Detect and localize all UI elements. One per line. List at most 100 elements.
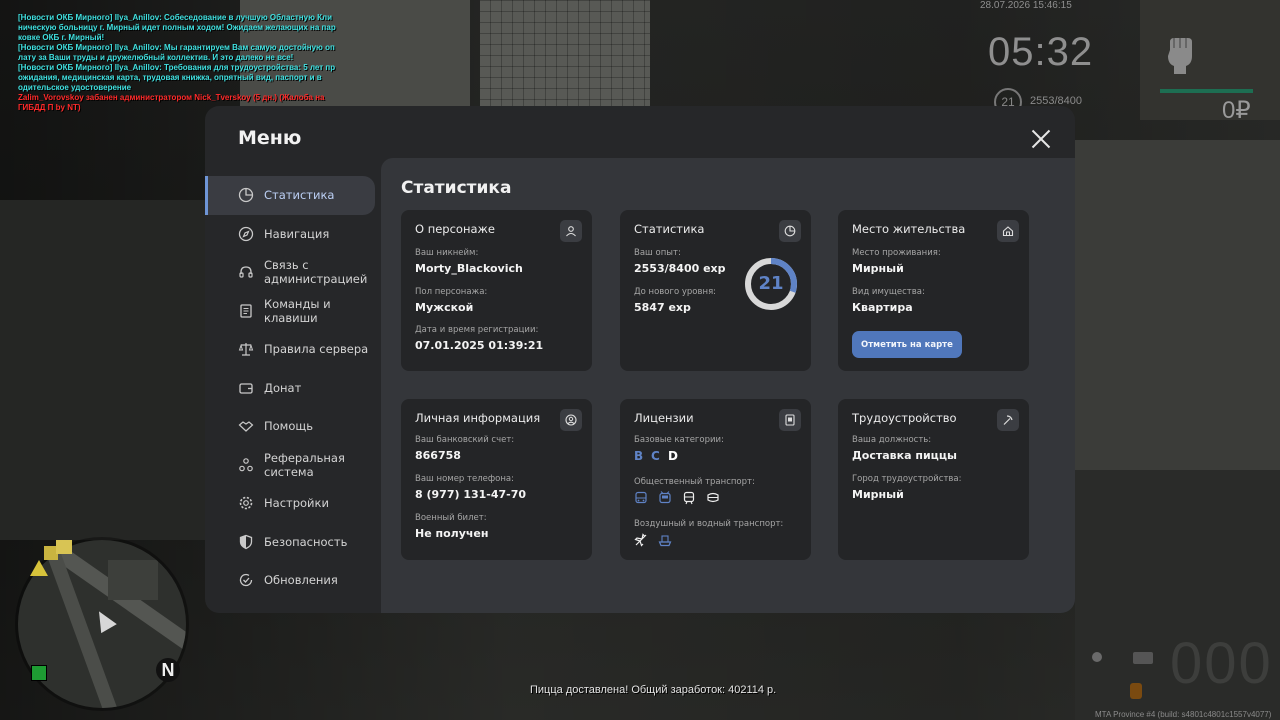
card-statistics: Статистика Ваш опыт: 2553/8400 exp До но…: [620, 210, 811, 371]
phone-value: 8 (977) 131-47-70: [415, 488, 527, 501]
nickname-value: Morty_Blackovich: [415, 262, 523, 275]
next-level-label: До нового уровня:: [634, 287, 717, 297]
level-value: 21: [758, 273, 784, 294]
chat-line: ковке ОКБ г. Мирный!: [18, 33, 105, 42]
airplane-icon: [634, 533, 647, 547]
referral-icon: [239, 457, 253, 472]
sidebar-item-donate[interactable]: Донат: [205, 369, 381, 408]
exp-value: 2553/8400 exp: [634, 262, 726, 275]
shield-icon: [239, 534, 253, 549]
pie-chart-icon: [238, 188, 254, 203]
chat-log: [Новости ОКБ Мирного] Ilya_Anillov: Собе…: [18, 13, 338, 113]
pickaxe-icon: [997, 409, 1019, 431]
chat-line: лату за Ваши труды и дружелюбный коллект…: [18, 53, 294, 62]
sidebar-item-referral[interactable]: Реферальная система: [205, 446, 381, 485]
boat-icon: [658, 535, 672, 547]
chat-line: ожидания, медицинская карта, трудовая кн…: [18, 73, 322, 82]
map-marker-icon: [31, 665, 47, 681]
chat-line: ническую больницу г. Мирный идет полным …: [18, 23, 336, 32]
gender-value: Мужской: [415, 301, 474, 314]
registration-value: 07.01.2025 01:39:21: [415, 339, 544, 352]
home-icon: [997, 220, 1019, 242]
map-block: [108, 560, 158, 600]
sidebar-item-label: Команды и клавиши: [264, 296, 331, 325]
exp-label: Ваш опыт:: [634, 248, 681, 258]
wallet-icon: [239, 383, 253, 394]
sidebar-item-label: Безопасность: [264, 534, 348, 549]
hud-clock: 05:32: [988, 30, 1094, 74]
update-icon: [239, 574, 253, 587]
document-icon: [240, 304, 252, 318]
compass-icon: [238, 226, 254, 241]
pie-chart-icon: [779, 220, 801, 242]
sidebar-item-contact-admin[interactable]: Связь с администрацией: [205, 253, 381, 292]
license-icon: [779, 409, 801, 431]
sidebar-item-commands[interactable]: Команды и клавиши: [205, 292, 381, 331]
gender-label: Пол персонажа:: [415, 287, 488, 297]
hud-date: 28.07.2026 15:46:15: [980, 0, 1072, 11]
card-title: Личная информация: [415, 411, 541, 425]
user-circle-icon: [560, 409, 582, 431]
card-employment: Трудоустройство Ваша должность: Доставка…: [838, 399, 1029, 560]
card-title: Статистика: [634, 222, 705, 236]
sidebar-item-statistics[interactable]: Статистика: [205, 176, 375, 215]
public-transport-label: Общественный транспорт:: [634, 477, 755, 487]
sidebar-item-rules[interactable]: Правила сервера: [205, 330, 381, 369]
map-marker-icon: [30, 560, 48, 576]
speedometer: 000: [1170, 631, 1273, 696]
card-title: О персонаже: [415, 222, 495, 236]
employment-city-value: Мирный: [852, 488, 904, 501]
user-icon: [560, 220, 582, 242]
license-category-b: B: [634, 449, 644, 463]
license-category-c: C: [651, 449, 660, 463]
map-marker-icon: [56, 540, 72, 554]
bank-account-label: Ваш банковский счет:: [415, 435, 515, 445]
hud-money: 0₽: [1222, 97, 1251, 124]
fuel-icon: [1130, 683, 1142, 699]
military-id-value: Не получен: [415, 527, 489, 540]
chat-line: [Новости ОКБ Мирного] Ilya_Anillov: Треб…: [18, 63, 336, 72]
sidebar-item-navigation[interactable]: Навигация: [205, 215, 381, 254]
sidebar-item-label: Правила сервера: [264, 342, 369, 357]
content-title: Статистика: [401, 178, 512, 198]
north-indicator: N: [156, 658, 180, 682]
notification-text: Пицца доставлена! Общий заработок: 40211…: [530, 684, 777, 696]
content-panel: Статистика О персонаже Ваш никнейм: Mort…: [381, 158, 1075, 613]
menu-title: Меню: [238, 127, 302, 149]
building-grate: [480, 0, 650, 110]
mark-on-map-button[interactable]: Отметить на карте: [852, 331, 962, 358]
card-residence: Место жительства Место проживания: Мирны…: [838, 210, 1029, 371]
gear-icon: [239, 496, 253, 510]
speed-indicator-icon: [1092, 652, 1102, 662]
sidebar-item-settings[interactable]: Настройки: [205, 484, 381, 523]
base-categories-label: Базовые категории:: [634, 435, 724, 445]
sidebar-item-label: Статистика: [264, 188, 335, 203]
sidebar-item-security[interactable]: Безопасность: [205, 523, 381, 562]
position-value: Доставка пиццы: [852, 449, 957, 462]
close-button[interactable]: [1031, 129, 1051, 149]
property-type-label: Вид имущества:: [852, 287, 925, 297]
card-title: Место жительства: [852, 222, 966, 236]
next-level-value: 5847 exp: [634, 301, 691, 314]
phone-label: Ваш номер телефона:: [415, 474, 514, 484]
card-title: Трудоустройство: [852, 411, 957, 425]
sidebar-item-updates[interactable]: Обновления: [205, 561, 381, 600]
engine-icon: [1133, 652, 1153, 664]
card-title: Лицензии: [634, 411, 694, 425]
scales-icon: [238, 343, 254, 356]
sidebar-item-label: Настройки: [264, 496, 329, 511]
headset-icon: [239, 266, 253, 278]
bus-icon: [635, 491, 647, 504]
sidebar-item-help[interactable]: Помощь: [205, 407, 381, 446]
tram-icon: [683, 491, 695, 505]
registration-label: Дата и время регистрации:: [415, 325, 539, 335]
chat-line: одительское удостоверение: [18, 83, 132, 92]
building: [1140, 0, 1280, 120]
sidebar-item-label: Донат: [264, 380, 302, 395]
card-character: О персонаже Ваш никнейм: Morty_Blackovic…: [401, 210, 592, 371]
employment-city-label: Город трудоустройства:: [852, 474, 962, 484]
nickname-label: Ваш никнейм:: [415, 248, 479, 258]
military-id-label: Военный билет:: [415, 513, 487, 523]
truck-icon: [707, 492, 719, 503]
license-category-d: D: [668, 449, 678, 463]
